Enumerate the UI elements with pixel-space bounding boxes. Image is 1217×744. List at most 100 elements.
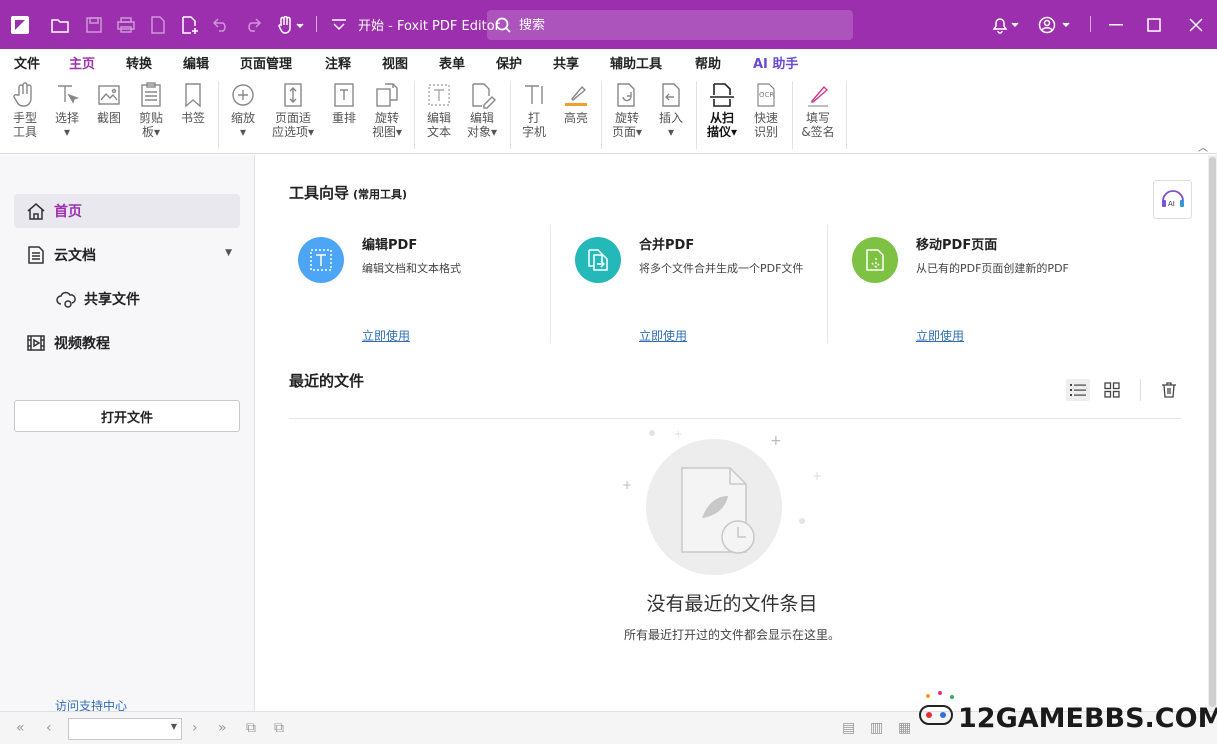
search-box[interactable] bbox=[487, 10, 853, 40]
edit-object-button[interactable]: 编辑 对象▾ bbox=[462, 81, 502, 139]
edit-object-label: 编辑 对象▾ bbox=[466, 111, 498, 139]
typewriter-label: 打 字机 bbox=[521, 111, 546, 139]
open-folder-icon[interactable] bbox=[46, 0, 74, 49]
edit-text-button[interactable]: 编辑 文本 bbox=[422, 81, 456, 139]
highlight-button[interactable]: 高亮 bbox=[559, 81, 593, 125]
page-number-input[interactable]: ▼ bbox=[68, 718, 182, 740]
grid-view-icon[interactable] bbox=[1100, 379, 1124, 401]
reflow-button[interactable]: 重排 bbox=[327, 81, 361, 125]
insert-button[interactable]: 插入 ▾ bbox=[654, 81, 688, 139]
snapshot-button[interactable]: 截图 bbox=[92, 81, 126, 125]
menu-ai-assistant[interactable]: AI 助手 bbox=[753, 53, 798, 72]
menu-form[interactable]: 表单 bbox=[439, 53, 465, 72]
svg-text:+: + bbox=[622, 478, 632, 492]
tool-title: 合并PDF bbox=[639, 238, 695, 253]
use-now-link[interactable]: 立即使用 bbox=[916, 327, 964, 344]
reflow-label: 重排 bbox=[331, 111, 356, 125]
menu-share[interactable]: 共享 bbox=[553, 53, 579, 72]
fill-sign-label: 填写 &签名 bbox=[801, 111, 835, 139]
page-dropdown-icon[interactable]: ▼ bbox=[171, 722, 177, 731]
account-icon[interactable] bbox=[1034, 0, 1076, 49]
scanner-button[interactable]: 从扫 描仪▾ bbox=[702, 81, 742, 139]
redo-icon[interactable] bbox=[240, 0, 266, 49]
menu-comment[interactable]: 注释 bbox=[325, 53, 351, 72]
menu-view[interactable]: 视图 bbox=[382, 53, 408, 72]
hand-icon bbox=[13, 82, 32, 107]
fill-sign-button[interactable]: 填写 &签名 bbox=[798, 81, 838, 139]
tool-card-move-pages[interactable]: 移动PDF页面 从已有的PDF页面创建新的PDF 立即使用 bbox=[852, 227, 1112, 347]
hand-tool-button[interactable]: 手型 工具 bbox=[8, 81, 42, 139]
zoom-button[interactable]: 缩放 ▾ bbox=[226, 81, 260, 139]
previous-page-icon[interactable]: ‹ bbox=[46, 720, 52, 736]
list-view-icon[interactable] bbox=[1066, 379, 1090, 401]
watermark-logo-icon bbox=[919, 691, 954, 725]
undo-icon[interactable] bbox=[208, 0, 234, 49]
first-page-icon[interactable]: « bbox=[16, 720, 25, 736]
menu-edit[interactable]: 编辑 bbox=[183, 53, 209, 72]
insert-icon bbox=[662, 83, 680, 107]
empty-state-illustration-icon: + + + + bbox=[622, 429, 822, 575]
customize-chevron-icon[interactable] bbox=[326, 0, 352, 49]
sidebar-item-label: 共享文件 bbox=[84, 292, 140, 308]
delete-icon[interactable] bbox=[1157, 379, 1181, 401]
collapse-ribbon-icon[interactable]: ︿ bbox=[1198, 139, 1208, 154]
print-icon[interactable] bbox=[112, 0, 140, 49]
clipboard-button[interactable]: 剪贴 板▾ bbox=[134, 81, 168, 139]
menu-protect[interactable]: 保护 bbox=[496, 53, 522, 72]
next-view-icon[interactable]: ⧉ bbox=[274, 720, 284, 736]
clipboard-icon bbox=[141, 82, 161, 107]
continuous-page-icon[interactable]: ▥ bbox=[870, 720, 883, 736]
rotate-page-icon bbox=[617, 83, 635, 107]
edit-text-label: 编辑 文本 bbox=[426, 111, 451, 139]
svg-text:+: + bbox=[770, 433, 782, 449]
use-now-link[interactable]: 立即使用 bbox=[362, 327, 410, 344]
select-text-icon bbox=[58, 85, 80, 104]
video-icon bbox=[27, 335, 45, 351]
tools-guide-subtitle: (常用工具) bbox=[353, 188, 408, 201]
ai-assistant-icon[interactable]: AI bbox=[1153, 180, 1192, 219]
menu-help[interactable]: 帮助 bbox=[695, 53, 721, 72]
sidebar-item-video-tutorial[interactable]: 视频教程 bbox=[14, 326, 240, 360]
close-icon[interactable] bbox=[1178, 0, 1214, 49]
sidebar-item-shared-files[interactable]: 共享文件 bbox=[14, 282, 240, 316]
quick-ocr-button[interactable]: OCR 快速 识别 bbox=[748, 81, 784, 139]
expand-chevron-icon[interactable]: ▼ bbox=[225, 248, 232, 258]
hand-mode-dropdown-icon[interactable] bbox=[274, 0, 308, 49]
sidebar-item-label: 视频教程 bbox=[54, 336, 110, 352]
menu-home[interactable]: 主页 bbox=[69, 53, 96, 77]
new-page-icon[interactable] bbox=[176, 0, 204, 49]
svg-text:+: + bbox=[812, 469, 822, 483]
menu-accessibility[interactable]: 辅助工具 bbox=[610, 53, 662, 72]
minimize-icon[interactable] bbox=[1098, 0, 1134, 49]
next-page-icon[interactable]: › bbox=[192, 720, 198, 736]
sidebar-item-home[interactable]: 首页 bbox=[14, 194, 240, 228]
search-input[interactable] bbox=[519, 17, 819, 33]
typewriter-button[interactable]: 打 字机 bbox=[518, 81, 550, 139]
scanner-label: 从扫 描仪▾ bbox=[706, 111, 738, 139]
menu-convert[interactable]: 转换 bbox=[126, 53, 152, 72]
page-icon[interactable] bbox=[144, 0, 172, 49]
select-button[interactable]: 选择 ▾ bbox=[50, 81, 84, 139]
tool-card-merge-pdf[interactable]: 合并PDF 将多个文件合并生成一个PDF文件 立即使用 bbox=[575, 227, 835, 347]
tool-card-edit-pdf[interactable]: 编辑PDF 编辑文档和文本格式 立即使用 bbox=[298, 227, 558, 347]
save-icon[interactable] bbox=[80, 0, 108, 49]
single-page-icon[interactable]: ▤ bbox=[842, 720, 855, 736]
previous-view-icon[interactable]: ⧉ bbox=[246, 720, 256, 736]
rotate-page-button[interactable]: 旋转 页面▾ bbox=[608, 81, 646, 139]
facing-page-icon[interactable]: ▦ bbox=[898, 720, 911, 736]
open-file-button[interactable]: 打开文件 bbox=[14, 400, 240, 432]
menu-page-management[interactable]: 页面管理 bbox=[240, 53, 292, 72]
last-page-icon[interactable]: » bbox=[218, 720, 227, 736]
use-now-link[interactable]: 立即使用 bbox=[639, 327, 687, 344]
maximize-icon[interactable] bbox=[1136, 0, 1172, 49]
notification-bell-icon[interactable] bbox=[986, 0, 1026, 49]
sidebar-item-cloud-docs[interactable]: 云文档 ▼ bbox=[14, 238, 240, 272]
home-icon bbox=[27, 203, 45, 220]
fit-page-button[interactable]: 页面适 应选项▾ bbox=[266, 81, 320, 139]
vertical-scrollbar[interactable] bbox=[1208, 155, 1217, 711]
rotate-view-button[interactable]: 旋转 视图▾ bbox=[368, 81, 406, 139]
edit-object-icon bbox=[472, 83, 496, 109]
menu-file[interactable]: 文件 bbox=[14, 53, 40, 72]
bookmark-button[interactable]: 书签 bbox=[176, 81, 210, 125]
foxit-logo-icon bbox=[8, 0, 32, 49]
